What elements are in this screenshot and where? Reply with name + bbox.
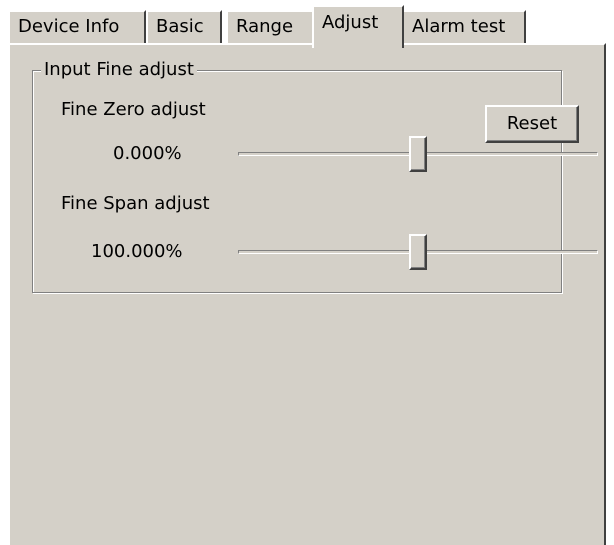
tab-adjust[interactable]: Adjust bbox=[312, 5, 404, 48]
fine-span-value: 100.000% bbox=[91, 241, 183, 262]
slider-thumb[interactable] bbox=[409, 136, 427, 172]
adjust-tab-panel: Input Fine adjust Fine Zero adjust Reset… bbox=[8, 43, 606, 545]
tab-label: Adjust bbox=[322, 12, 379, 33]
tab-label: Alarm test bbox=[412, 16, 506, 37]
group-title: Input Fine adjust bbox=[41, 59, 197, 81]
tab-device-info[interactable]: Device Info bbox=[8, 10, 146, 46]
tab-label: Range bbox=[236, 16, 294, 37]
fine-zero-label: Fine Zero adjust bbox=[61, 99, 206, 120]
fine-span-slider[interactable] bbox=[238, 232, 598, 272]
fine-zero-value: 0.000% bbox=[113, 143, 182, 164]
fine-zero-slider[interactable] bbox=[238, 134, 598, 174]
tab-label: Device Info bbox=[18, 16, 120, 37]
slider-thumb[interactable] bbox=[409, 234, 427, 270]
tab-label: Basic bbox=[156, 16, 204, 37]
tab-basic[interactable]: Basic bbox=[146, 10, 222, 46]
tab-range[interactable]: Range bbox=[226, 10, 314, 46]
tab-alarm-test[interactable]: Alarm test bbox=[402, 10, 526, 46]
fine-span-label: Fine Span adjust bbox=[61, 193, 210, 214]
input-fine-adjust-group: Input Fine adjust Fine Zero adjust Reset… bbox=[32, 59, 598, 293]
